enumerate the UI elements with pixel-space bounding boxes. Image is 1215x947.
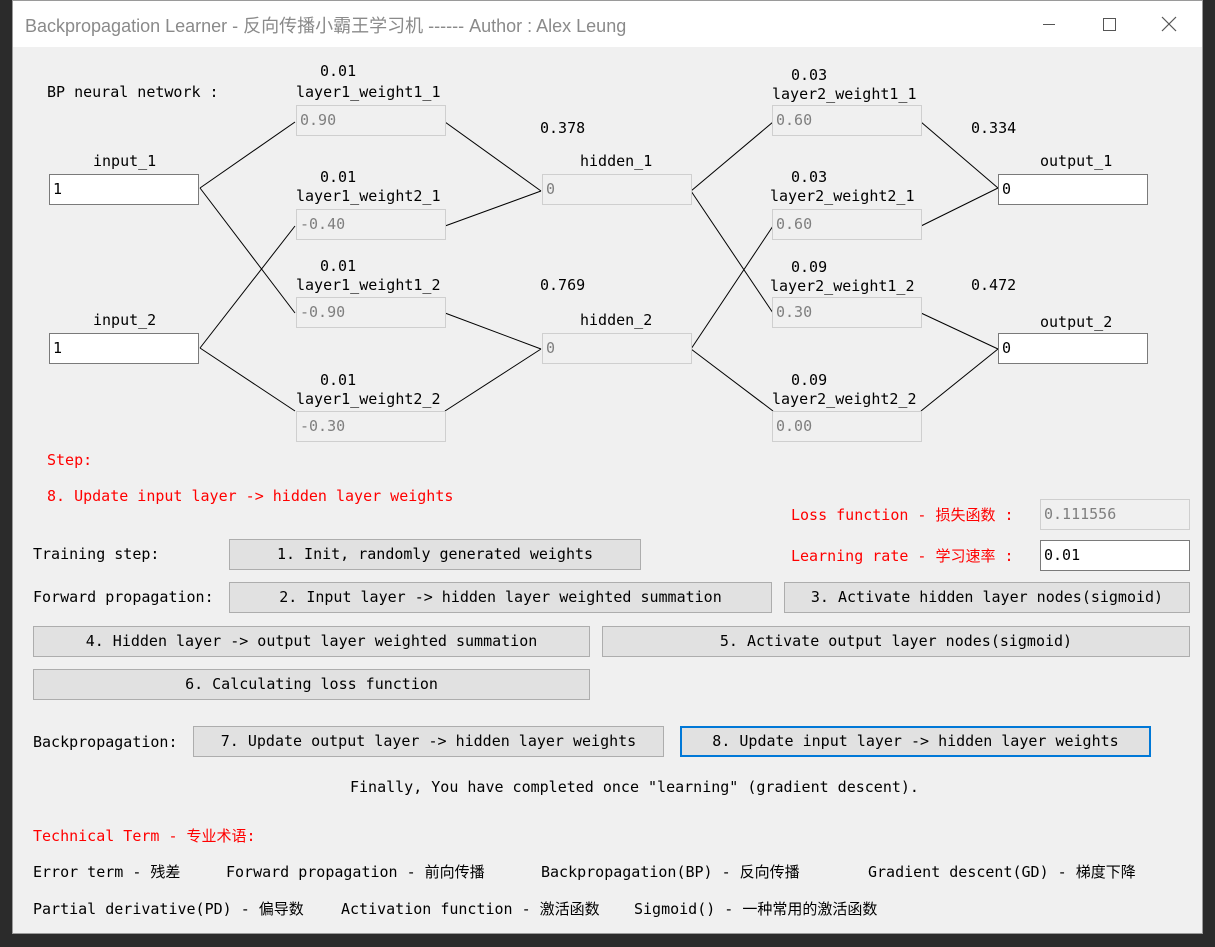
update-output-weights-button[interactable]: 7. Update output layer -> hidden layer w… bbox=[193, 726, 664, 757]
output-2-label: output_2 bbox=[1040, 313, 1113, 331]
calculate-loss-button[interactable]: 6. Calculating loss function bbox=[33, 669, 590, 700]
step-heading: Step: bbox=[47, 451, 93, 469]
activate-output-button[interactable]: 5. Activate output layer nodes(sigmoid) bbox=[602, 626, 1190, 657]
output-1-label: output_1 bbox=[1040, 152, 1113, 170]
layer1-w22-field: -0.30 bbox=[296, 411, 446, 442]
weighted-sum-hidden-button[interactable]: 2. Input layer -> hidden layer weighted … bbox=[229, 582, 772, 613]
conn-w11-h1 bbox=[444, 121, 542, 192]
input-2-field[interactable]: 1 bbox=[49, 333, 199, 364]
conn-w21-h1 bbox=[444, 190, 542, 227]
activate-hidden-button[interactable]: 3. Activate hidden layer nodes(sigmoid) bbox=[784, 582, 1190, 613]
network-heading: BP neural network : bbox=[47, 83, 219, 101]
hidden-1-activation: 0.378 bbox=[540, 119, 586, 137]
learning-rate-label: Learning rate - 学习速率 : bbox=[791, 547, 1014, 565]
conn-h1-v11 bbox=[690, 121, 774, 192]
conn-h2-v22 bbox=[690, 348, 774, 412]
hidden-2-field: 0 bbox=[542, 333, 692, 364]
term-error: Error term - 残差 bbox=[33, 863, 181, 881]
technical-term-heading: Technical Term - 专业术语: bbox=[33, 827, 256, 845]
conn-v12-o2 bbox=[920, 312, 999, 350]
learning-rate-field[interactable]: 0.01 bbox=[1040, 540, 1190, 571]
conn-w22-h2 bbox=[444, 348, 542, 412]
layer1-w22-grad: 0.01 bbox=[320, 371, 357, 389]
layer1-w11-grad: 0.01 bbox=[320, 62, 357, 80]
conn-w12-h2 bbox=[444, 312, 542, 350]
layer2-w21-grad: 0.03 bbox=[791, 168, 828, 186]
layer2-w11-field: 0.60 bbox=[772, 105, 922, 136]
layer1-w11-field: 0.90 bbox=[296, 105, 446, 136]
conn-h2-v21 bbox=[690, 225, 774, 350]
hidden-1-field: 0 bbox=[542, 174, 692, 205]
input-2-label: input_2 bbox=[93, 311, 157, 329]
update-input-weights-button[interactable]: 8. Update input layer -> hidden layer we… bbox=[680, 726, 1151, 757]
layer1-w12-field: -0.90 bbox=[296, 297, 446, 328]
training-step-label: Training step: bbox=[33, 545, 160, 563]
step-current: 8. Update input layer -> hidden layer we… bbox=[47, 487, 454, 505]
term-gradient: Gradient descent(GD) - 梯度下降 bbox=[868, 863, 1136, 881]
conn-in2-w22 bbox=[199, 347, 296, 412]
forward-propagation-label: Forward propagation: bbox=[33, 588, 214, 606]
layer1-w21-field: -0.40 bbox=[296, 209, 446, 240]
input-1-field[interactable]: 1 bbox=[49, 174, 199, 205]
conn-in1-w12 bbox=[199, 187, 296, 314]
conn-v22-o2 bbox=[920, 348, 999, 412]
hidden-2-activation: 0.769 bbox=[540, 276, 586, 294]
term-backprop: Backpropagation(BP) - 反向传播 bbox=[541, 863, 800, 881]
term-sigmoid: Sigmoid() - 一种常用的激活函数 bbox=[634, 900, 878, 918]
layer2-w21-label: layer2_weight2_1 bbox=[770, 187, 915, 205]
layer1-w11-label: layer1_weight1_1 bbox=[296, 83, 441, 101]
layer1-w21-grad: 0.01 bbox=[320, 168, 357, 186]
layer2-w21-field: 0.60 bbox=[772, 209, 922, 240]
layer2-w22-grad: 0.09 bbox=[791, 371, 828, 389]
conn-v21-o1 bbox=[920, 187, 999, 227]
final-note: Finally, You have completed once "learni… bbox=[350, 778, 919, 796]
output-2-field[interactable]: 0 bbox=[998, 333, 1148, 364]
layer2-w12-label: layer2_weight1_2 bbox=[770, 277, 915, 295]
conn-in2-w21 bbox=[199, 225, 296, 349]
layer2-w12-field: 0.30 bbox=[772, 297, 922, 328]
backpropagation-label: Backpropagation: bbox=[33, 733, 178, 751]
output-2-activation: 0.472 bbox=[971, 276, 1017, 294]
app-window: Backpropagation Learner - 反向传播小霸王学习机 ---… bbox=[12, 0, 1203, 934]
layer1-w12-label: layer1_weight1_2 bbox=[296, 276, 441, 294]
layer2-w22-field: 0.00 bbox=[772, 411, 922, 442]
conn-in1-w11 bbox=[199, 121, 296, 189]
layer2-w12-grad: 0.09 bbox=[791, 258, 828, 276]
output-1-field[interactable]: 0 bbox=[998, 174, 1148, 205]
term-forward: Forward propagation - 前向传播 bbox=[226, 863, 485, 881]
layer2-w11-label: layer2_weight1_1 bbox=[772, 85, 917, 103]
conn-h1-v12 bbox=[690, 190, 774, 314]
init-weights-button[interactable]: 1. Init, randomly generated weights bbox=[229, 539, 641, 570]
term-activation: Activation function - 激活函数 bbox=[341, 900, 600, 918]
weighted-sum-output-button[interactable]: 4. Hidden layer -> output layer weighted… bbox=[33, 626, 590, 657]
hidden-2-label: hidden_2 bbox=[580, 311, 653, 329]
hidden-1-label: hidden_1 bbox=[580, 152, 653, 170]
network-connections bbox=[199, 121, 999, 412]
loss-field: 0.111556 bbox=[1040, 499, 1190, 530]
term-partial: Partial derivative(PD) - 偏导数 bbox=[33, 900, 304, 918]
layer1-w12-grad: 0.01 bbox=[320, 257, 357, 275]
layer1-w21-label: layer1_weight2_1 bbox=[296, 187, 441, 205]
layer2-w22-label: layer2_weight2_2 bbox=[772, 390, 917, 408]
layer2-w11-grad: 0.03 bbox=[791, 66, 828, 84]
loss-label: Loss function - 损失函数 : bbox=[791, 506, 1014, 524]
input-1-label: input_1 bbox=[93, 152, 157, 170]
output-1-activation: 0.334 bbox=[971, 119, 1017, 137]
layer1-w22-label: layer1_weight2_2 bbox=[296, 390, 441, 408]
